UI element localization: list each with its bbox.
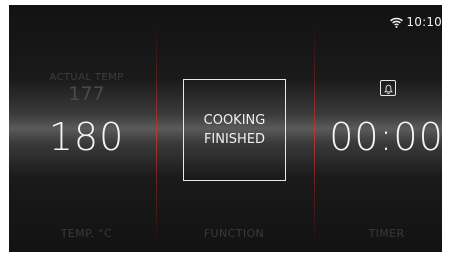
cooking-finished-button[interactable]: COOKING FINISHED bbox=[183, 79, 286, 181]
actual-temp-label: ACTUAL TEMP bbox=[49, 72, 124, 83]
clock-time: 10:10 bbox=[406, 15, 442, 29]
status-bar: 10:10 bbox=[390, 15, 442, 29]
divider-right bbox=[314, 23, 315, 248]
actual-temp-value: 177 bbox=[68, 83, 105, 105]
oven-display: 10:10 ACTUAL TEMP 177 180 COOKING FINISH… bbox=[9, 5, 442, 252]
bell-button[interactable] bbox=[380, 80, 396, 96]
wifi-icon bbox=[390, 17, 404, 28]
status-line-2: FINISHED bbox=[203, 132, 266, 147]
status-line-1: COOKING bbox=[203, 113, 266, 128]
temp-section-label[interactable]: TEMP. °C bbox=[29, 227, 144, 240]
function-section-label[interactable]: FUNCTION bbox=[169, 227, 299, 240]
divider-left bbox=[156, 23, 157, 248]
timer-value[interactable]: 00:00 bbox=[327, 115, 442, 159]
set-temp-value[interactable]: 180 bbox=[29, 115, 144, 159]
bell-icon bbox=[383, 79, 393, 98]
timer-section-label[interactable]: TIMER bbox=[327, 227, 442, 240]
